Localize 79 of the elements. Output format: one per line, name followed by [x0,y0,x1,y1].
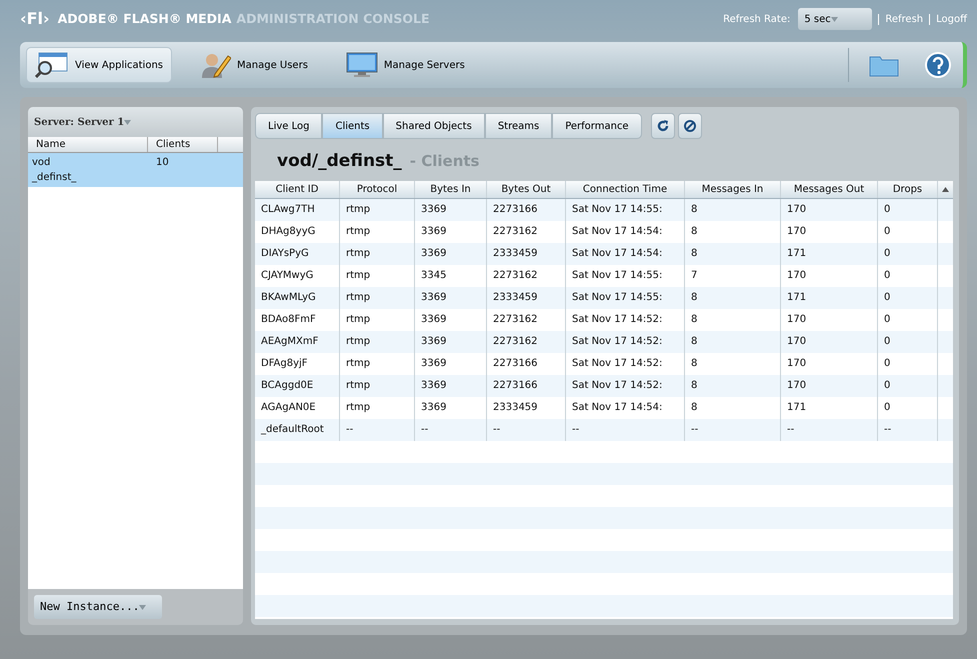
caret-icon [830,16,838,22]
table-cell: 3369 [415,242,487,264]
table-cell: 2333459 [487,242,566,264]
table-cell: 3369 [415,198,487,220]
table-cell: DIAYsPyG [255,242,340,264]
table-cell: AEAgMXmF [255,330,340,352]
table-cell: 3369 [415,286,487,308]
table-cell: 2273166 [487,198,566,220]
table-cell: 171 [781,286,878,308]
column-header: Protocol [340,180,415,198]
new-instance-dropdown[interactable]: New Instance... [34,595,162,619]
table-cell: Sat Nov 17 14:54: [566,242,685,264]
table-cell: rtmp [340,330,415,352]
column-header: Messages Out [781,180,878,198]
nav-button[interactable]: View Applications [26,47,172,83]
logo: ‹Fl› [20,8,50,30]
table-cell: 3369 [415,330,487,352]
table-cell: 8 [685,198,781,220]
table-cell: 2273166 [487,374,566,396]
monitor-icon [346,52,378,78]
table-cell: 2333459 [487,286,566,308]
column-header: Connection Time [566,180,685,198]
refresh-icon [656,119,670,133]
table-cell: rtmp [340,374,415,396]
refresh-rate-label: Refresh Rate: [723,12,790,26]
table-cell: 170 [781,198,878,220]
user-pencil-icon [201,52,231,78]
table-cell: rtmp [340,242,415,264]
application-row[interactable]: vod _definst_ 10 [28,153,243,187]
table-cell: 8 [685,286,781,308]
table-cell: Sat Nov 17 14:52: [566,374,685,396]
column-header: Drops [878,180,938,198]
brand-name: ADOBE® FLASH® MEDIA [58,10,232,28]
table-cell: BKAwMLyG [255,286,340,308]
table-cell: 0 [878,198,938,220]
column-header: Bytes In [415,180,487,198]
table-cell: 170 [781,330,878,352]
table-cell: 0 [878,330,938,352]
table-cell: 0 [878,374,938,396]
table-cell: rtmp [340,198,415,220]
table-cell: 8 [685,330,781,352]
tab[interactable]: Clients [322,113,383,139]
table-cell: 170 [781,374,878,396]
table-cell: 8 [685,242,781,264]
page-title: vod/_definst_ [277,151,402,171]
column-header: Clients [148,137,218,152]
client-count: 10 [155,156,169,170]
nav-button[interactable]: Manage Servers [336,47,474,83]
table-cell: 3369 [415,374,487,396]
refresh-button[interactable] [650,113,675,139]
help-icon[interactable] [925,52,951,78]
table-cell: 171 [781,242,878,264]
table-cell: 0 [878,286,938,308]
column-header: Name [28,137,148,152]
table-cell: 0 [878,242,938,264]
stop-button[interactable] [678,113,702,139]
column-header: Client ID [255,180,340,198]
table-cell: 8 [685,374,781,396]
caret-icon [139,604,146,610]
table-cell: 2273162 [487,330,566,352]
nav-button[interactable]: Manage Users [192,47,317,83]
table-cell: rtmp [340,286,415,308]
server-dropdown[interactable]: Server: Server 1 [28,107,243,137]
column-header: Messages In [685,180,781,198]
caret-icon [124,120,132,124]
window-magnifier-icon [35,52,69,78]
table-cell: Sat Nov 17 14:55: [566,198,685,220]
tab[interactable]: Shared Objects [382,113,485,139]
table-cell: Sat Nov 17 14:55: [566,286,685,308]
table-cell: CLAwg7TH [255,198,340,220]
tab[interactable]: Performance [552,113,642,139]
tab[interactable]: Streams [484,113,552,139]
application-name: vod _definst_ [31,156,78,185]
column-header: Bytes Out [487,180,566,198]
table-cell: BCAggd0E [255,374,340,396]
refresh-rate-dropdown[interactable]: 5 sec [798,8,872,30]
table-cell: Sat Nov 17 14:52: [566,330,685,352]
stop-icon [682,119,697,133]
tab[interactable]: Live Log [255,113,322,139]
